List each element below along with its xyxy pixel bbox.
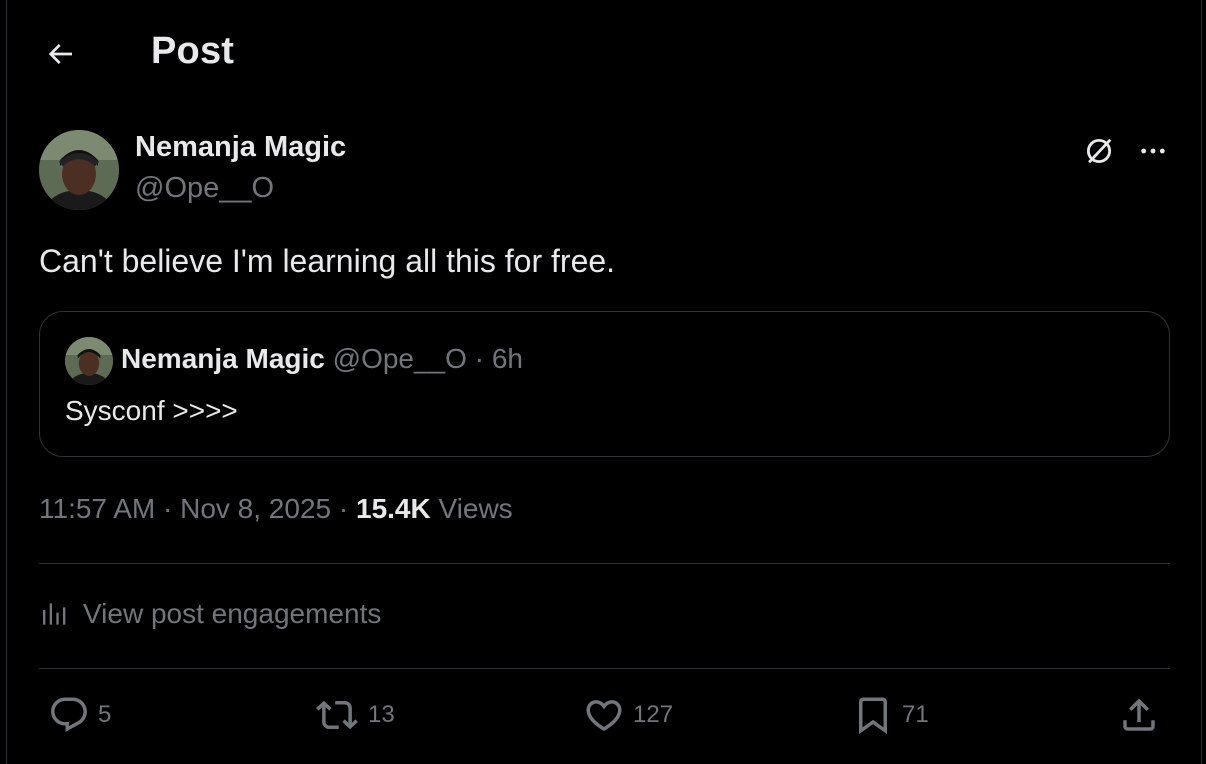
share-icon — [1118, 694, 1160, 736]
meta-separator: · — [331, 493, 356, 524]
quoted-post[interactable]: Nemanja Magic @Ope__O · 6h Sysconf >>>> — [39, 311, 1170, 457]
view-engagements-link[interactable]: View post engagements — [39, 598, 381, 630]
quote-author-name: Nemanja Magic — [121, 343, 325, 374]
heart-icon — [583, 694, 625, 736]
view-engagements-label: View post engagements — [83, 598, 382, 629]
back-button[interactable] — [36, 30, 84, 78]
quote-avatar — [65, 337, 113, 385]
quote-separator: · — [466, 343, 492, 374]
reply-count: 5 — [98, 701, 112, 728]
avatar[interactable] — [39, 130, 119, 210]
quote-meta: Nemanja Magic @Ope__O · 6h — [121, 343, 523, 375]
post-text: Can't believe I'm learning all this for … — [39, 243, 616, 279]
repost-button[interactable]: 13 — [314, 694, 395, 736]
more-horizontal-icon — [1141, 148, 1165, 154]
repost-icon — [314, 694, 360, 736]
post-timestamp[interactable]: 11:57 AM · Nov 8, 2025 — [39, 493, 331, 524]
share-button[interactable] — [1118, 694, 1168, 736]
repost-count: 13 — [368, 701, 395, 728]
quote-time: 6h — [491, 343, 523, 374]
author-handle[interactable]: @Ope__O — [135, 172, 274, 205]
like-count: 127 — [633, 701, 674, 728]
views-count: 15.4K — [356, 493, 431, 524]
divider — [39, 563, 1170, 564]
author-name[interactable]: Nemanja Magic — [135, 131, 346, 164]
quote-text: Sysconf >>>> — [65, 395, 238, 426]
grok-button[interactable] — [1078, 130, 1120, 172]
post-meta: 11:57 AM · Nov 8, 2025 · 15.4K Views — [39, 493, 513, 525]
quote-author-handle: @Ope__O — [332, 343, 467, 374]
reply-icon — [48, 694, 90, 736]
bookmark-icon — [852, 694, 894, 736]
bookmark-button[interactable]: 71 — [852, 694, 929, 736]
divider — [39, 668, 1170, 669]
reply-button[interactable]: 5 — [48, 694, 111, 736]
more-options-button[interactable] — [1132, 130, 1174, 172]
views-label: Views — [430, 493, 513, 524]
analytics-icon — [39, 598, 71, 630]
page-title: Post — [151, 30, 235, 72]
bookmark-count: 71 — [902, 701, 929, 728]
like-button[interactable]: 127 — [583, 694, 673, 736]
arrow-left-icon — [48, 44, 72, 64]
grok-icon — [1086, 138, 1112, 164]
